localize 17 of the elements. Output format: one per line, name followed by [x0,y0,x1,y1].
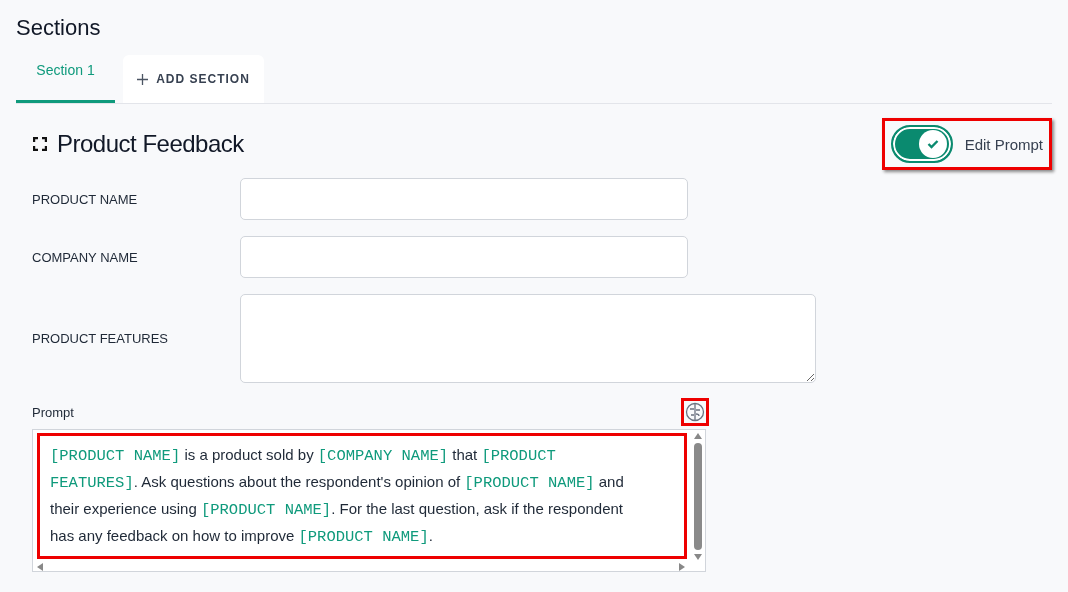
brain-button[interactable] [681,398,709,426]
add-section-button[interactable]: ADD SECTION [123,55,264,103]
field-label: COMPANY NAME [32,249,138,265]
plus-icon [137,73,149,85]
input-field[interactable] [240,178,688,220]
switch-label: Edit Prompt [964,135,1043,153]
input-field[interactable] [240,236,688,278]
check-icon [926,139,939,149]
prompt-label: Prompt [32,404,74,420]
page-title: Sections [16,14,102,42]
prompt-box[interactable] [32,429,706,572]
field-label: PRODUCT FEATURES [32,331,169,346]
prompt-text: [PRODUCT NAME] is a product sold by [COMPANY NAME] that [PRODUCT FEATURES]. Ask questions about the respondent's opinion of [PRODUCT NAME] and their experience using [PRODUCT NAME]. For the last question, ask if the respondent has any feedback on how to improve [PRODUCT NAME]. [50,445,625,548]
field-label: PRODUCT NAME [32,191,138,207]
edit-prompt-switch[interactable] [890,125,953,163]
expand-icon[interactable] [33,137,47,151]
section-title: Product Feedback [57,130,244,158]
